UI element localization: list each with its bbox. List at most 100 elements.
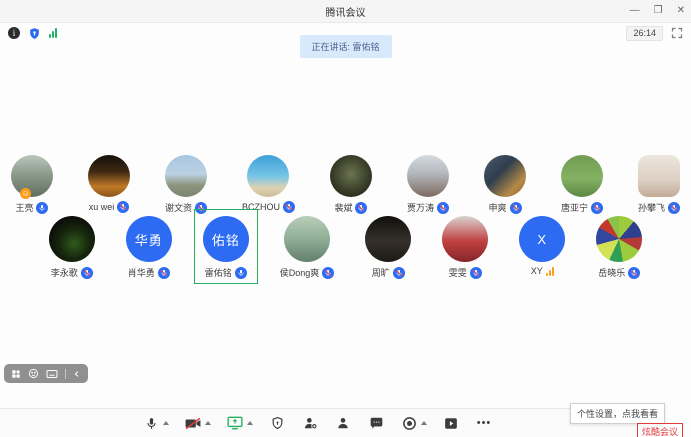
mic-muted-icon <box>81 267 93 279</box>
participant-name-row: 侯Dong爽 <box>280 266 335 279</box>
speaking-banner: 正在讲话: 雷佑铭 <box>299 35 391 58</box>
mic-muted-icon <box>628 267 640 279</box>
avatar-initials: 佑铭 <box>203 216 249 262</box>
record-toolbar-item <box>400 414 427 432</box>
participant-tile[interactable]: BCZHOU <box>233 148 304 218</box>
window-title: 腾讯会议 <box>326 4 366 19</box>
meeting-info-icon[interactable]: i <box>8 27 20 39</box>
photo-avatar <box>88 155 130 197</box>
more-toolbar-item: ••• <box>475 414 493 432</box>
microphone-caret-icon[interactable] <box>163 421 169 425</box>
fullscreen-icon[interactable] <box>671 27 683 39</box>
bottom-toolbar: ••• <box>0 408 663 437</box>
security-button[interactable] <box>268 414 286 432</box>
camera-off-caret-icon[interactable] <box>205 421 211 425</box>
participant-tile[interactable]: X XY <box>510 209 574 281</box>
participant-name: 周旷 <box>372 266 390 279</box>
initials-avatar: 华勇 <box>126 216 172 262</box>
meeting-timer: 26:14 <box>626 26 663 41</box>
chat-button[interactable] <box>367 414 385 432</box>
photo-avatar <box>247 155 289 197</box>
quick-reaction-bar <box>4 364 88 383</box>
participant-name-row: 李永歌 <box>51 266 93 279</box>
maximize-button[interactable]: ❐ <box>654 6 663 16</box>
keyboard-icon[interactable] <box>46 369 58 379</box>
screen-share-toolbar-item <box>226 414 253 432</box>
photo-avatar <box>407 155 449 197</box>
minimize-button[interactable]: — <box>630 6 640 16</box>
initials-avatar: X <box>519 216 565 262</box>
participant-name: 侯Dong爽 <box>280 266 320 279</box>
participant-tile[interactable]: 侯Dong爽 <box>271 209 344 284</box>
camera-off-button[interactable] <box>184 414 202 432</box>
photo-avatar <box>442 216 488 262</box>
participant-name: 李永歌 <box>51 266 78 279</box>
apps-button[interactable] <box>442 414 460 432</box>
participant-name-row: 雯雯 <box>449 266 482 279</box>
participant-name-row: 肖华勇 <box>128 266 170 279</box>
photo-avatar <box>330 155 372 197</box>
participant-name: XY <box>531 266 543 276</box>
avatar-initials: 华勇 <box>126 216 172 262</box>
apps-toolbar-item <box>442 414 460 432</box>
security-shield-icon[interactable] <box>28 27 41 40</box>
members-toolbar-item <box>334 414 352 432</box>
participant-name: 肖华勇 <box>128 266 155 279</box>
photo-avatar: ☺ <box>11 155 53 197</box>
participant-tile[interactable]: 佑铭雷佑铭 <box>194 209 258 284</box>
chat-toolbar-item <box>367 414 385 432</box>
personalization-tooltip: 个性设置，点我看看 <box>570 403 665 424</box>
camera-off-toolbar-item <box>184 414 211 432</box>
window-controls: — ❐ ✕ <box>630 0 685 22</box>
invite-button[interactable] <box>301 414 319 432</box>
poor-network-icon <box>546 267 554 276</box>
participant-tile[interactable]: 李永歌 <box>40 209 104 284</box>
microphone-toolbar-item <box>142 414 169 432</box>
red-annotation-box: 炫酷会议 <box>637 423 683 437</box>
participant-tile[interactable]: 周旷 <box>356 209 420 284</box>
mic-muted-icon <box>393 267 405 279</box>
photo-avatar <box>561 155 603 197</box>
participant-row-2: 李永歌华勇肖华勇佑铭雷佑铭侯Dong爽周旷雯雯XXY岳晓乐 <box>0 209 691 284</box>
members-button[interactable] <box>334 414 352 432</box>
participant-tile[interactable]: 岳晓乐 <box>587 209 651 284</box>
photo-avatar <box>484 155 526 197</box>
photo-avatar <box>49 216 95 262</box>
photo-avatar <box>365 216 411 262</box>
mic-muted-icon <box>322 267 334 279</box>
mic-muted-icon <box>470 267 482 279</box>
reaction-badge-icon: ☺ <box>20 188 31 199</box>
divider <box>65 369 66 379</box>
network-signal-icon[interactable] <box>49 28 57 38</box>
participant-name-row: XY <box>531 266 554 276</box>
meeting-window: 腾讯会议 — ❐ ✕ i 26:14 正在讲话: 雷佑铭 ☺王亮xu wei谢文… <box>0 0 691 437</box>
mic-muted-icon <box>158 267 170 279</box>
title-bar: 腾讯会议 — ❐ ✕ <box>0 0 691 23</box>
status-icons: i <box>8 27 57 40</box>
photo-avatar <box>638 155 680 197</box>
photo-avatar <box>596 216 642 262</box>
status-right: 26:14 <box>626 26 683 41</box>
screen-share-button[interactable] <box>226 414 244 432</box>
photo-avatar <box>165 155 207 197</box>
photo-avatar <box>284 216 330 262</box>
screen-share-caret-icon[interactable] <box>247 421 253 425</box>
more-button[interactable]: ••• <box>475 414 493 432</box>
initials-avatar: 佑铭 <box>203 216 249 262</box>
record-caret-icon[interactable] <box>421 421 427 425</box>
participant-name-row: 周旷 <box>372 266 405 279</box>
participant-tile[interactable]: 雯雯 <box>433 209 497 284</box>
participant-tile[interactable]: 华勇肖华勇 <box>117 209 181 284</box>
security-toolbar-item <box>268 414 286 432</box>
apps-grid-icon[interactable] <box>11 369 21 379</box>
participant-name-row: 雷佑铭 <box>205 266 247 279</box>
participant-tile[interactable]: xu wei <box>79 148 139 218</box>
participant-name-row: 岳晓乐 <box>598 266 640 279</box>
emoji-icon[interactable] <box>28 368 39 379</box>
record-button[interactable] <box>400 414 418 432</box>
invite-toolbar-item <box>301 414 319 432</box>
microphone-button[interactable] <box>142 414 160 432</box>
participant-name: 雷佑铭 <box>205 266 232 279</box>
close-button[interactable]: ✕ <box>677 6 685 16</box>
collapse-icon[interactable] <box>73 370 81 378</box>
